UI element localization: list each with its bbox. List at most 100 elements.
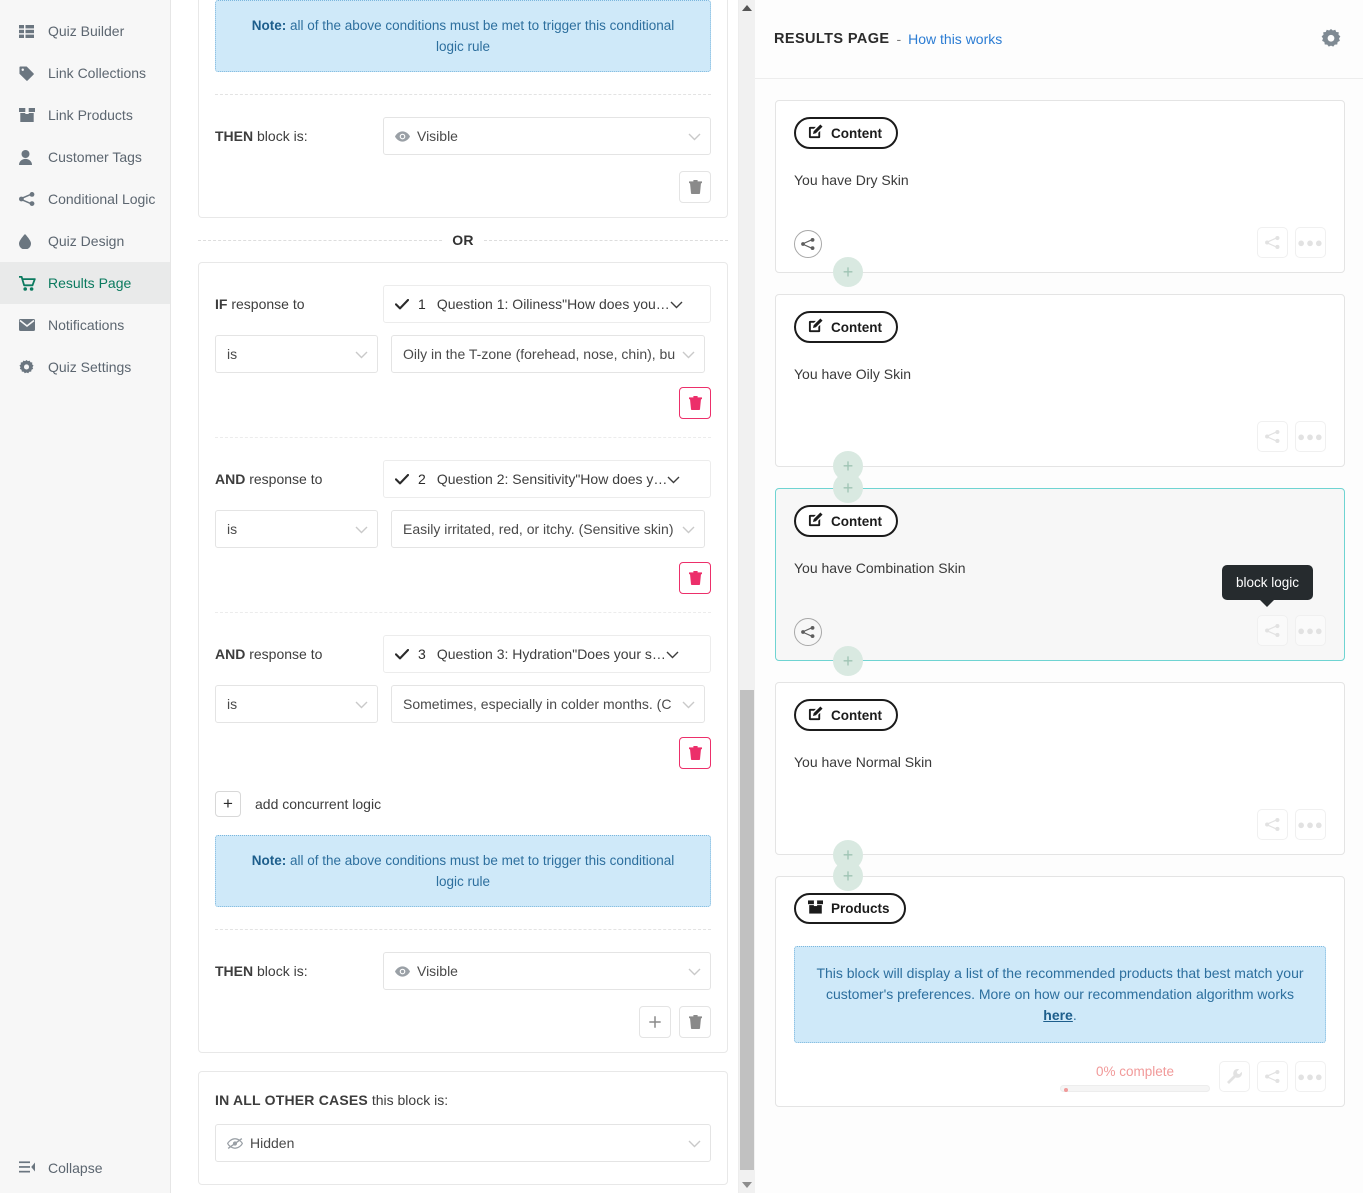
sidebar-collapse-button[interactable]: Collapse	[0, 1143, 170, 1193]
sidebar-item-label: Quiz Settings	[48, 359, 132, 375]
list-grid-icon	[19, 24, 41, 38]
sidebar-item-quiz-builder[interactable]: Quiz Builder	[0, 10, 170, 52]
block-more-menu-button[interactable]: ●●●	[1295, 227, 1326, 258]
sidebar-item-conditional-logic[interactable]: Conditional Logic	[0, 178, 170, 220]
block-more-menu-button[interactable]: ●●●	[1295, 615, 1326, 646]
sidebar-item-notifications[interactable]: Notifications	[0, 304, 170, 346]
question-text: Question 2: Sensitivity"How does y…	[436, 471, 668, 487]
sidebar-item-customer-tags[interactable]: Customer Tags	[0, 136, 170, 178]
delete-rule-button[interactable]	[679, 1006, 711, 1038]
block-actions: ●●●	[1257, 809, 1326, 840]
sidebar-item-quiz-settings[interactable]: Quiz Settings	[0, 346, 170, 388]
sidebar-item-results-page[interactable]: Results Page	[0, 262, 170, 304]
answer-select[interactable]: Sometimes, especially in colder months. …	[391, 685, 705, 723]
center-scrollbar[interactable]	[738, 0, 755, 1193]
block-type-tag[interactable]: Content	[794, 311, 898, 343]
then-label: THEN block is:	[215, 128, 383, 144]
then-visibility-select-2[interactable]: Visible	[382, 952, 711, 990]
question-select[interactable]: 1 Question 1: Oiliness"How does you…	[383, 285, 711, 323]
other-cases-title-rest: this block is:	[367, 1092, 449, 1108]
envelope-icon	[19, 319, 41, 331]
chevron-down-icon	[688, 963, 701, 979]
products-block[interactable]: Products This block will display a list …	[775, 861, 1345, 1107]
block-type-label: Content	[831, 707, 882, 723]
add-block-button[interactable]: +	[833, 646, 863, 676]
condition-header: IF response to 1 Question 1: Oiliness"Ho…	[215, 285, 711, 323]
scrollbar-thumb[interactable]	[740, 690, 754, 1170]
conditional-logic-editor: Note: all of the above conditions must b…	[171, 0, 755, 1193]
condition-prefix-rest: response to	[245, 646, 323, 662]
block-type-tag[interactable]: Content	[794, 505, 898, 537]
products-note-link[interactable]: here	[1043, 1007, 1073, 1023]
block-logic-button[interactable]	[1257, 421, 1288, 452]
answer-value: Sometimes, especially in colder months. …	[403, 696, 672, 712]
block-footer: ●●●	[794, 614, 1326, 646]
result-block[interactable]: Content You have Dry Skin ●●● +	[775, 100, 1345, 287]
block-footer: ●●●	[794, 420, 1326, 452]
then-visibility-value: Visible	[416, 963, 458, 979]
other-cases-visibility-select[interactable]: Hidden	[215, 1124, 711, 1162]
block-type-tag[interactable]: Content	[794, 699, 898, 731]
results-page-header: RESULTS PAGE - How this works	[755, 0, 1363, 79]
condition-label: AND response to	[215, 471, 383, 487]
sidebar-item-link-products[interactable]: Link Products	[0, 94, 170, 136]
sidebar-item-quiz-design[interactable]: Quiz Design	[0, 220, 170, 262]
other-cases-value: Hidden	[250, 1135, 295, 1151]
results-blocks-list: Content You have Dry Skin ●●● + Content …	[755, 79, 1363, 1107]
block-more-menu-button[interactable]: ●●●	[1295, 809, 1326, 840]
sidebar-item-label: Link Collections	[48, 65, 147, 81]
progress-label: 0% complete	[1095, 1064, 1175, 1079]
add-block-button[interactable]: +	[833, 861, 863, 891]
eye-slash-icon	[227, 1137, 243, 1150]
block-logic-indicator-icon[interactable]	[794, 618, 822, 646]
droplet-icon	[19, 233, 41, 249]
delete-rule-button[interactable]	[679, 171, 711, 203]
condition-row: AND response to 3 Question 3: Hydration"…	[215, 613, 711, 769]
then-visibility-select-1[interactable]: Visible	[382, 117, 711, 155]
question-select[interactable]: 2 Question 2: Sensitivity"How does y…	[383, 460, 711, 498]
block-logic-button[interactable]	[1257, 1061, 1288, 1092]
chevron-down-icon	[682, 521, 695, 537]
user-icon	[19, 149, 41, 165]
answer-select[interactable]: Easily irritated, red, or itchy. (Sensit…	[391, 510, 705, 548]
operator-select[interactable]: is	[215, 335, 378, 373]
block-more-menu-button[interactable]: ●●●	[1295, 1061, 1326, 1092]
question-select[interactable]: 3 Question 3: Hydration"Does your s…	[383, 635, 711, 673]
rule-2-actions	[215, 990, 711, 1038]
chevron-down-icon	[682, 696, 695, 712]
operator-select[interactable]: is	[215, 685, 378, 723]
condition-header: AND response to 2 Question 2: Sensitivit…	[215, 460, 711, 498]
add-block-button[interactable]: +	[833, 257, 863, 287]
products-settings-button[interactable]	[1219, 1061, 1250, 1092]
operator-select[interactable]: is	[215, 510, 378, 548]
gear-icon[interactable]	[1321, 29, 1341, 49]
result-block-selected[interactable]: Content You have Combination Skin ●●● bl…	[775, 473, 1345, 676]
how-this-works-link[interactable]: How this works	[908, 31, 1002, 47]
divider-line	[483, 239, 729, 241]
result-block[interactable]: Content You have Normal Skin ●●● +	[775, 682, 1345, 870]
add-block-button[interactable]: +	[833, 473, 863, 503]
block-logic-button[interactable]	[1257, 227, 1288, 258]
products-footer: 0% complete ●●●	[794, 1061, 1326, 1092]
block-more-menu-button[interactable]: ●●●	[1295, 421, 1326, 452]
delete-condition-button[interactable]	[679, 737, 711, 769]
answer-select[interactable]: Oily in the T-zone (forehead, nose, chin…	[391, 335, 705, 373]
add-concurrent-logic-button[interactable]: + add concurrent logic	[215, 769, 711, 817]
answer-value: Oily in the T-zone (forehead, nose, chin…	[403, 346, 676, 362]
block-type-tag[interactable]: Content	[794, 117, 898, 149]
condition-actions	[215, 373, 711, 419]
scroll-up-arrow-icon[interactable]	[742, 5, 752, 11]
eye-icon	[394, 965, 410, 977]
block-logic-button[interactable]	[1257, 615, 1288, 646]
delete-condition-button[interactable]	[679, 562, 711, 594]
condition-actions	[215, 723, 711, 769]
block-logic-button[interactable]	[1257, 809, 1288, 840]
sidebar-item-link-collections[interactable]: Link Collections	[0, 52, 170, 94]
delete-condition-button[interactable]	[679, 387, 711, 419]
block-logic-tooltip: block logic	[1221, 565, 1313, 600]
scroll-down-arrow-icon[interactable]	[742, 1182, 752, 1188]
add-rule-button[interactable]	[639, 1006, 671, 1038]
block-logic-indicator-icon[interactable]	[794, 230, 822, 258]
result-block[interactable]: Content You have Oily Skin ●●● +	[775, 294, 1345, 481]
block-type-tag[interactable]: Products	[794, 893, 906, 924]
